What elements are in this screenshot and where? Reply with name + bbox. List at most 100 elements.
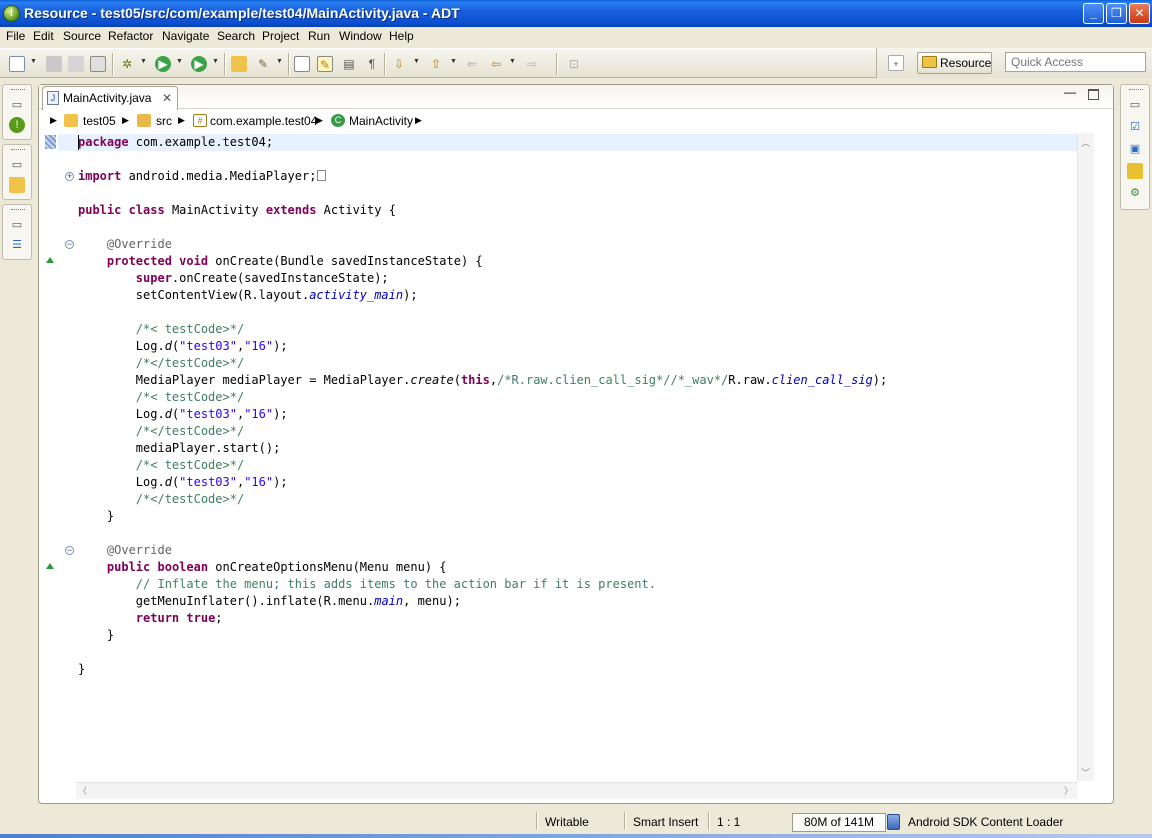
code-line: /*</testCode>*/ <box>135 356 245 370</box>
new-icon[interactable] <box>9 56 25 72</box>
code-line: return true; <box>135 611 223 625</box>
back-icon[interactable]: ⇦ <box>488 56 504 72</box>
resource-perspective-button[interactable]: Resource <box>917 52 992 74</box>
restore-icon[interactable]: ▭ <box>1127 97 1143 113</box>
tab-label: MainActivity.java <box>63 91 152 105</box>
forward-icon[interactable]: ⇨ <box>524 56 540 72</box>
menu-project[interactable]: Project <box>262 29 299 43</box>
breadcrumb-arrow-icon[interactable]: ▶ <box>50 115 57 126</box>
breadcrumb-arrow-icon[interactable]: ▶ <box>415 115 422 126</box>
breadcrumb: ▶ test05 ▶ src ▶ # com.example.test04 ▶ … <box>40 112 1112 132</box>
maximize-view-icon[interactable] <box>1088 89 1099 100</box>
folding-column <box>58 133 75 781</box>
code-line: mediaPlayer.start(); <box>135 441 281 455</box>
console-icon[interactable]: ▣ <box>1127 141 1143 157</box>
run-dropdown-icon[interactable]: ▼ <box>176 58 183 65</box>
devices-icon[interactable]: ⚙ <box>1127 185 1143 201</box>
status-writable: Writable <box>545 815 589 829</box>
code-line: protected void onCreate(Bundle savedInst… <box>106 254 483 268</box>
breadcrumb-src[interactable]: src <box>156 114 172 128</box>
restore-icon[interactable]: ▭ <box>9 157 25 173</box>
tasks-icon[interactable]: ☑ <box>1127 119 1143 135</box>
debug-settings-dropdown-icon[interactable]: ▼ <box>140 58 147 65</box>
scroll-down-icon[interactable]: ﹀ <box>1079 766 1092 779</box>
menu-edit[interactable]: Edit <box>33 29 54 43</box>
toggle-breadcrumb-icon[interactable] <box>294 56 310 72</box>
menu-bar: File Edit Source Refactor Navigate Searc… <box>0 27 1152 47</box>
breadcrumb-arrow-icon[interactable]: ▶ <box>178 115 185 126</box>
breadcrumb-project[interactable]: test05 <box>83 114 116 128</box>
minimize-button[interactable]: _ <box>1083 3 1104 24</box>
debug-settings-icon[interactable]: ✲ <box>119 56 135 72</box>
horizontal-scrollbar[interactable] <box>76 782 1077 799</box>
menu-search[interactable]: Search <box>217 29 255 43</box>
tab-close-icon[interactable]: ✕ <box>162 87 172 109</box>
next-annotation-dropdown-icon[interactable]: ▼ <box>413 58 420 65</box>
scroll-right-icon[interactable]: 〉 <box>1064 784 1073 797</box>
open-type-icon[interactable] <box>231 56 247 72</box>
next-annotation-icon[interactable]: ⇩ <box>391 56 407 72</box>
garbage-collect-icon[interactable] <box>887 814 900 830</box>
menu-refactor[interactable]: Refactor <box>108 29 153 43</box>
external-tools-icon[interactable]: ▶ <box>191 56 207 72</box>
scroll-left-icon[interactable]: 〈 <box>78 784 87 797</box>
external-tools-dropdown-icon[interactable]: ▼ <box>212 58 219 65</box>
menu-navigate[interactable]: Navigate <box>162 29 209 43</box>
menu-source[interactable]: Source <box>63 29 101 43</box>
minimize-view-icon[interactable]: — <box>1064 86 1076 100</box>
scroll-up-icon[interactable]: ︿ <box>1079 136 1092 149</box>
folded-block-icon <box>317 170 327 181</box>
package-explorer-icon[interactable] <box>9 177 25 193</box>
restore-icon[interactable]: ▭ <box>9 97 25 113</box>
breadcrumb-arrow-icon[interactable]: ▶ <box>122 115 129 126</box>
restore-button[interactable]: ❐ <box>1106 3 1127 24</box>
run-icon[interactable]: ▶ <box>155 56 171 72</box>
save-all-icon[interactable] <box>68 56 84 72</box>
code-line: getMenuInflater().inflate(R.menu.main, m… <box>135 594 461 608</box>
close-button[interactable]: ✕ <box>1129 3 1150 24</box>
search-icon[interactable]: ✎ <box>255 56 271 72</box>
menu-run[interactable]: Run <box>308 29 330 43</box>
outline-icon[interactable]: ☰ <box>9 237 25 253</box>
previous-annotation-icon[interactable]: ⇧ <box>428 56 444 72</box>
class-icon: C <box>331 114 345 127</box>
tab-mainactivity-java[interactable]: J MainActivity.java ✕ <box>42 86 178 110</box>
menu-window[interactable]: Window <box>339 29 382 43</box>
code-line: Log.d("test03","16"); <box>135 407 288 421</box>
expand-imports-icon[interactable]: + <box>65 172 74 181</box>
android-icon[interactable]: ! <box>9 117 25 133</box>
left-trim-stack-1: ▭ ! <box>2 84 32 140</box>
menu-help[interactable]: Help <box>389 29 414 43</box>
text-caret <box>78 135 79 150</box>
code-line: setContentView(R.layout.activity_main); <box>135 288 418 302</box>
open-perspective-icon[interactable]: + <box>888 55 904 71</box>
code-line: // Inflate the menu; this adds items to … <box>135 577 656 591</box>
collapse-method-icon[interactable]: − <box>65 240 74 249</box>
collapse-method-icon[interactable]: − <box>65 546 74 555</box>
left-trim-stack-2: ▭ <box>2 144 32 200</box>
search-dropdown-icon[interactable]: ▼ <box>276 58 283 65</box>
new-dropdown-icon[interactable]: ▼ <box>30 58 37 65</box>
restore-icon[interactable]: ▭ <box>9 217 25 233</box>
last-edit-location-icon[interactable]: ⇐ <box>464 56 480 72</box>
breadcrumb-package[interactable]: com.example.test04 <box>210 114 317 128</box>
override-marker-icon[interactable] <box>46 257 54 263</box>
show-whitespace-icon[interactable]: ¶ <box>364 56 380 72</box>
breadcrumb-arrow-icon[interactable]: ▶ <box>316 115 323 126</box>
logcat-icon[interactable] <box>1127 163 1143 179</box>
print-icon[interactable] <box>90 56 106 72</box>
breadcrumb-class[interactable]: MainActivity <box>349 114 413 128</box>
save-icon[interactable] <box>46 56 62 72</box>
back-dropdown-icon[interactable]: ▼ <box>509 58 516 65</box>
menu-file[interactable]: File <box>6 29 25 43</box>
previous-annotation-dropdown-icon[interactable]: ▼ <box>450 58 457 65</box>
block-selection-icon[interactable]: ▤ <box>341 56 357 72</box>
quick-access-input[interactable] <box>1005 52 1146 72</box>
source-folder-icon <box>137 114 151 127</box>
toggle-mark-occurrences-icon[interactable]: ✎ <box>317 56 333 72</box>
vertical-scrollbar[interactable] <box>1077 133 1094 781</box>
heap-status[interactable]: 80M of 141M <box>792 813 886 832</box>
override-marker-icon[interactable] <box>46 563 54 569</box>
right-trim-stack: ▭ ☑ ▣ ⚙ <box>1120 84 1150 210</box>
pin-editor-icon[interactable]: ⊡ <box>566 56 582 72</box>
